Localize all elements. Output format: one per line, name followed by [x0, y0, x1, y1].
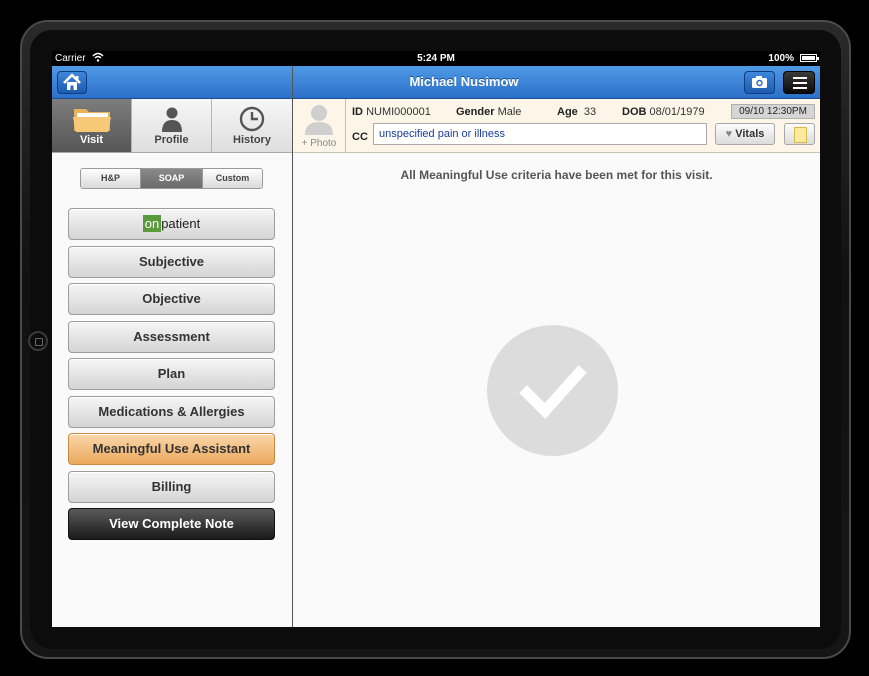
- onpatient-logo: on patient: [142, 209, 201, 239]
- subjective-button[interactable]: Subjective: [68, 246, 275, 278]
- camera-button[interactable]: [744, 71, 775, 94]
- camera-icon: [752, 76, 767, 88]
- tab-profile[interactable]: Profile: [132, 99, 212, 152]
- right-pane: Michael Nusimow + Photo ID NUMI000001 Ge…: [293, 66, 820, 627]
- onpatient-logo-on: on: [142, 215, 162, 232]
- person-placeholder-icon: [305, 105, 333, 135]
- person-icon: [132, 105, 211, 133]
- dob-value: 08/01/1979: [649, 106, 705, 118]
- cc-label: CC: [352, 131, 368, 143]
- patient-photo[interactable]: + Photo: [293, 99, 346, 152]
- id-label: ID: [352, 106, 363, 118]
- tab-history[interactable]: History: [212, 99, 292, 152]
- onpatient-logo-patient: patient: [161, 216, 201, 231]
- home-button[interactable]: [57, 71, 87, 94]
- age-value: 33: [583, 106, 597, 118]
- battery-label: 100%: [768, 53, 794, 64]
- segment-hp[interactable]: H&P: [81, 169, 141, 188]
- patient-header: + Photo ID NUMI000001 Gender Male Age 33…: [293, 99, 820, 153]
- add-photo-label: + Photo: [301, 138, 337, 149]
- vitals-button[interactable]: ♥ Vitals: [715, 123, 775, 145]
- age-label: Age: [557, 106, 578, 118]
- chief-complaint-field[interactable]: unspecified pain or illness: [373, 123, 707, 145]
- meaningful-use-assistant-button[interactable]: Meaningful Use Assistant: [68, 433, 275, 465]
- patient-age: Age 33: [557, 106, 596, 118]
- medications-allergies-button[interactable]: Medications & Allergies: [68, 396, 275, 428]
- gender-value: Male: [497, 106, 522, 118]
- dob-label: DOB: [622, 106, 647, 118]
- patient-gender: Gender Male: [456, 106, 521, 118]
- left-pane: Visit Profile History H&P SOAP Custom on…: [52, 66, 293, 627]
- view-complete-note-button[interactable]: View Complete Note: [68, 508, 275, 540]
- clock-icon: [212, 105, 292, 133]
- billing-button[interactable]: Billing: [68, 471, 275, 503]
- folder-icon: [52, 105, 131, 133]
- notes-button[interactable]: [784, 123, 815, 145]
- home-hardware-button[interactable]: [28, 331, 48, 351]
- patient-dob: DOB 08/01/1979: [622, 106, 705, 118]
- id-value: NUMI000001: [366, 106, 431, 118]
- visit-date-badge[interactable]: 09/10 12:30PM: [731, 104, 815, 119]
- tab-history-label: History: [233, 134, 271, 146]
- note-icon: [794, 127, 807, 143]
- tab-profile-label: Profile: [154, 134, 189, 146]
- onpatient-button[interactable]: on patient: [68, 208, 275, 240]
- checkmark-icon: [487, 325, 618, 456]
- gender-label: Gender: [456, 106, 495, 118]
- vitals-label: Vitals: [735, 128, 765, 140]
- objective-button[interactable]: Objective: [68, 283, 275, 315]
- battery-icon: [800, 54, 819, 62]
- menu-button[interactable]: [783, 71, 815, 94]
- plan-button[interactable]: Plan: [68, 358, 275, 390]
- note-format-segmented-control: H&P SOAP Custom: [80, 168, 263, 189]
- screen: Carrier 5:24 PM 100% Visit Profile Histo…: [52, 51, 820, 627]
- patient-id: ID NUMI000001: [352, 106, 431, 118]
- status-bar: Carrier 5:24 PM 100%: [52, 51, 820, 66]
- right-toolbar: Michael Nusimow: [293, 66, 820, 99]
- segment-soap[interactable]: SOAP: [141, 169, 203, 188]
- tab-visit-label: Visit: [79, 134, 104, 146]
- heart-icon: ♥: [725, 128, 733, 140]
- meaningful-use-message: All Meaningful Use criteria have been me…: [400, 168, 713, 182]
- clock-label: 5:24 PM: [417, 53, 455, 64]
- tab-visit[interactable]: Visit: [52, 99, 132, 152]
- menu-icon: [793, 77, 807, 79]
- left-toolbar: [52, 66, 292, 99]
- assessment-button[interactable]: Assessment: [68, 321, 275, 353]
- home-icon: [63, 73, 81, 90]
- patient-name-title: Michael Nusimow: [409, 74, 519, 89]
- visit-tabs: Visit Profile History: [52, 99, 292, 153]
- segment-custom[interactable]: Custom: [203, 169, 262, 188]
